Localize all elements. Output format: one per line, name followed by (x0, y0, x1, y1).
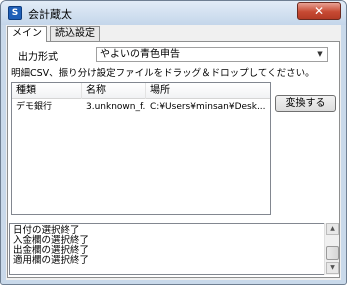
file-list-header: 種類 名称 場所 (12, 83, 270, 99)
close-button[interactable]: ✕ (297, 2, 341, 20)
client-area: メイン 読込設定 出力形式 やよいの青色申告 ▼ 明細CSV、振り分け設定ファイ… (6, 25, 341, 280)
tab-main[interactable]: メイン (7, 26, 47, 42)
scroll-up-icon[interactable]: ▲ (326, 223, 339, 235)
app-icon: S (8, 6, 22, 20)
convert-button[interactable]: 変換する (275, 95, 336, 112)
log-output[interactable]: 日付の選択終了 入金欄の選択終了 出金欄の選択終了 適用欄の選択終了 (9, 223, 331, 275)
cell-location: C:¥Users¥minsan¥Desk... (150, 102, 266, 112)
tab-import-settings[interactable]: 読込設定 (50, 26, 100, 41)
column-header-type[interactable]: 種類 (12, 83, 82, 99)
column-header-name[interactable]: 名称 (82, 83, 146, 99)
scroll-thumb[interactable] (326, 246, 339, 260)
app-window: S 会計蔵太 ✕ メイン 読込設定 出力形式 やよいの青色申告 ▼ 明細CSV、… (0, 0, 347, 285)
title-bar[interactable]: S 会計蔵太 ✕ (1, 1, 346, 25)
window-title: 会計蔵太 (28, 8, 72, 21)
drag-drop-instruction: 明細CSV、振り分け設定ファイルをドラッグ＆ドロップしてください。 (11, 68, 315, 79)
scroll-down-icon[interactable]: ▼ (326, 262, 339, 274)
cell-type: デモ銀行 (16, 102, 53, 112)
tab-panel-main: 出力形式 やよいの青色申告 ▼ 明細CSV、振り分け設定ファイルをドラッグ＆ドロ… (7, 41, 340, 278)
output-format-dropdown[interactable]: やよいの青色申告 ▼ (96, 47, 328, 62)
file-list[interactable]: 種類 名称 場所 デモ銀行 3.unknown_f... C:¥Users¥mi… (11, 82, 271, 215)
output-format-label: 出力形式 (18, 52, 58, 63)
log-line: 適用欄の選択終了 (13, 255, 90, 266)
cell-name: 3.unknown_f... (86, 102, 146, 112)
log-scrollbar[interactable]: ▲ ▼ (324, 223, 339, 275)
column-header-location[interactable]: 場所 (146, 83, 270, 99)
output-format-value: やよいの青色申告 (100, 49, 180, 60)
table-row[interactable]: デモ銀行 3.unknown_f... C:¥Users¥minsan¥Desk… (12, 100, 270, 115)
chevron-down-icon: ▼ (317, 50, 323, 58)
